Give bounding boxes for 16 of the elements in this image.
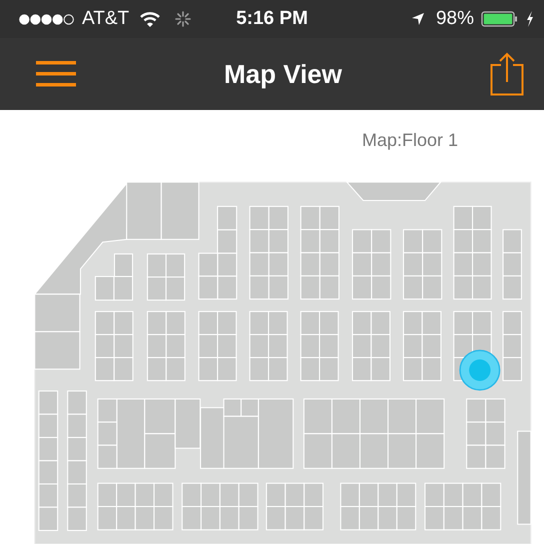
menu-button[interactable] [36,61,76,87]
carrier-name: AT&T [82,8,130,30]
share-button[interactable] [490,51,524,97]
charging-bolt-icon [526,11,534,27]
map-floor-label: Map:Floor 1 [362,130,458,150]
battery-icon [481,11,519,27]
status-time: 5:16 PM [236,8,308,30]
menu-icon [36,61,76,87]
battery-percentage: 98% [436,8,474,30]
location-arrow-icon [410,12,425,26]
activity-spinner-icon [175,11,192,27]
nav-title: Map View [224,58,342,90]
wifi-icon [140,12,160,26]
share-icon [490,51,524,97]
location-marker-icon [459,350,500,391]
signal-strength-icon [19,14,75,24]
